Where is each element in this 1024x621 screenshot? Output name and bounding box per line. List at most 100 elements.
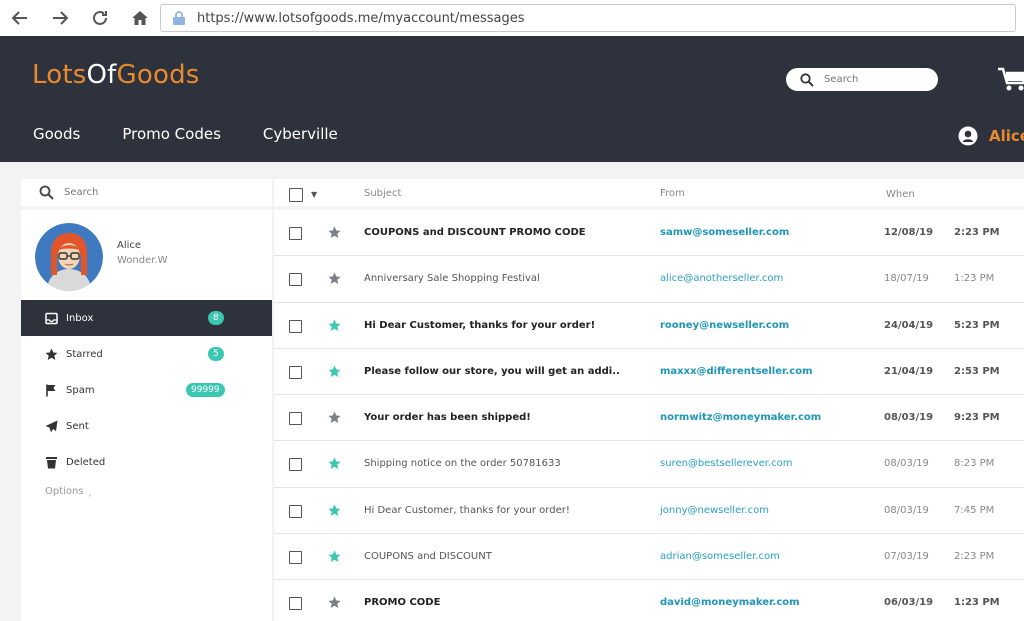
column-header-when[interactable]: When [886, 189, 915, 200]
address-bar[interactable]: https://www.lotsofgoods.me/myaccount/mes… [160, 4, 1016, 32]
message-subject[interactable]: Anniversary Sale Shopping Festival [364, 273, 540, 284]
sidebar: Alice Wonder.W Inbox 8 Starred 5 Spam 99… [21, 179, 272, 621]
message-sender[interactable]: alice@anotherseller.com [660, 273, 783, 284]
message-sender[interactable]: david@moneymaker.com [660, 597, 800, 608]
message-checkbox[interactable] [289, 227, 302, 240]
inbox-count-badge: 8 [208, 311, 224, 325]
message-checkbox[interactable] [289, 273, 302, 287]
home-icon [132, 11, 148, 25]
cart-icon [998, 67, 1024, 91]
paper-plane-icon [45, 420, 58, 432]
folder-spam[interactable]: Spam 99999 [21, 372, 272, 408]
message-checkbox[interactable] [289, 319, 302, 333]
cart-button[interactable] [998, 66, 1024, 96]
message-time: 5:23 PM [954, 319, 1000, 331]
message-subject[interactable]: Your order has been shipped! [364, 412, 531, 423]
star-icon[interactable] [328, 365, 341, 378]
message-subject[interactable]: Please follow our store, you will get an… [364, 366, 620, 377]
nav-goods[interactable]: Goods [33, 125, 80, 143]
message-sender[interactable]: normwitz@moneymaker.com [660, 412, 821, 423]
sidebar-search[interactable] [21, 179, 272, 210]
home-button[interactable] [120, 0, 160, 36]
star-icon[interactable] [328, 272, 341, 285]
message-row[interactable]: COUPONS and DISCOUNT PROMO CODE samw@some… [274, 210, 1024, 257]
select-all-checkbox[interactable] [289, 188, 303, 202]
browser-toolbar: https://www.lotsofgoods.me/myaccount/mes… [0, 0, 1024, 36]
message-subject[interactable]: PROMO CODE [364, 597, 440, 608]
message-subject[interactable]: COUPONS and DISCOUNT [364, 551, 492, 562]
message-checkbox[interactable] [289, 458, 302, 472]
reload-icon [93, 10, 107, 25]
folder-label: Deleted [66, 456, 106, 468]
message-sender[interactable]: suren@bestsellerever.com [660, 458, 792, 469]
message-row[interactable]: PROMO CODE david@moneymaker.com 06/03/19 1:… [274, 580, 1024, 621]
message-time: 2:23 PM [954, 227, 1000, 238]
starred-count-badge: 5 [208, 347, 224, 361]
message-sender[interactable]: rooney@newseller.com [660, 320, 789, 331]
star-icon[interactable] [328, 550, 341, 563]
message-row[interactable]: Hi Dear Customer, thanks for your order!… [274, 488, 1024, 535]
message-subject[interactable]: Hi Dear Customer, thanks for your order! [364, 320, 595, 331]
folder-label: Sent [66, 420, 89, 432]
star-icon[interactable] [328, 319, 341, 332]
star-icon[interactable] [328, 226, 341, 239]
message-subject[interactable]: Hi Dear Customer, thanks for your order! [364, 505, 570, 516]
message-time: 9:23 PM [954, 412, 1000, 424]
message-row[interactable]: Anniversary Sale Shopping Festival alice@… [274, 256, 1024, 303]
column-header-subject[interactable]: Subject [364, 188, 401, 199]
header-search-input[interactable] [824, 74, 924, 85]
nav-promo-codes[interactable]: Promo Codes [122, 125, 221, 143]
main-nav: Goods Promo Codes Cyberville [33, 125, 380, 143]
back-button[interactable] [0, 0, 40, 36]
message-sender[interactable]: jonny@newseller.com [660, 505, 769, 516]
message-sender[interactable]: adrian@someseller.com [660, 551, 780, 562]
message-sender[interactable]: maxxx@differentseller.com [660, 366, 813, 377]
folder-label: Spam [66, 384, 95, 396]
message-date: 08/03/19 [884, 458, 929, 470]
message-row[interactable]: Hi Dear Customer, thanks for your order!… [274, 303, 1024, 349]
forward-button[interactable] [40, 0, 80, 36]
folder-label: Inbox [66, 312, 94, 324]
message-row[interactable]: COUPONS and DISCOUNT adrian@someseller.co… [274, 534, 1024, 581]
reload-button[interactable] [80, 0, 120, 36]
nav-cyberville[interactable]: Cyberville [263, 125, 338, 143]
message-date: 08/03/19 [884, 412, 934, 424]
chevron-down-icon[interactable]: ▼ [311, 190, 317, 199]
message-checkbox[interactable] [289, 597, 302, 611]
message-subject[interactable]: COUPONS and DISCOUNT PROMO CODE [364, 227, 586, 238]
star-icon[interactable] [328, 411, 341, 424]
site-logo[interactable]: LotsOfGoods [32, 60, 200, 90]
user-menu[interactable]: Alice [958, 126, 1024, 146]
message-time: 1:23 PM [954, 597, 1000, 609]
message-checkbox[interactable] [289, 504, 302, 518]
column-header-from[interactable]: From [660, 188, 685, 199]
spam-count-badge: 99999 [186, 383, 225, 397]
message-time: 2:53 PM [954, 365, 1000, 377]
message-subject[interactable]: Shipping notice on the order 50781633 [364, 458, 561, 469]
folder-deleted[interactable]: Deleted [21, 444, 272, 480]
sidebar-search-input[interactable] [64, 187, 244, 198]
message-row[interactable]: Your order has been shipped! normwitz@mon… [274, 395, 1024, 442]
folder-sent[interactable]: Sent [21, 408, 272, 444]
header-search-box[interactable] [786, 68, 938, 91]
message-row[interactable]: Please follow our store, you will get an… [274, 349, 1024, 396]
message-checkbox[interactable] [289, 412, 302, 426]
flag-icon [46, 384, 56, 396]
star-icon[interactable] [328, 596, 341, 609]
message-checkbox[interactable] [289, 551, 302, 565]
message-checkbox[interactable] [289, 365, 302, 379]
options-toggle[interactable]: Options ˏ [21, 486, 272, 497]
message-sender[interactable]: samw@someseller.com [660, 227, 789, 238]
folder-inbox[interactable]: Inbox 8 [21, 300, 272, 336]
folder-starred[interactable]: Starred 5 [21, 336, 272, 372]
inbox-icon [45, 312, 58, 324]
message-row[interactable]: Shipping notice on the order 50781633 sur… [274, 441, 1024, 488]
arrow-left-icon [11, 11, 27, 25]
star-icon[interactable] [328, 457, 341, 470]
star-icon[interactable] [328, 504, 341, 517]
message-time: 7:45 PM [954, 504, 995, 516]
message-date: 21/04/19 [884, 365, 934, 377]
avatar[interactable] [35, 223, 103, 291]
user-circle-icon [958, 126, 978, 146]
message-rows: COUPONS and DISCOUNT PROMO CODE samw@some… [274, 210, 1024, 621]
